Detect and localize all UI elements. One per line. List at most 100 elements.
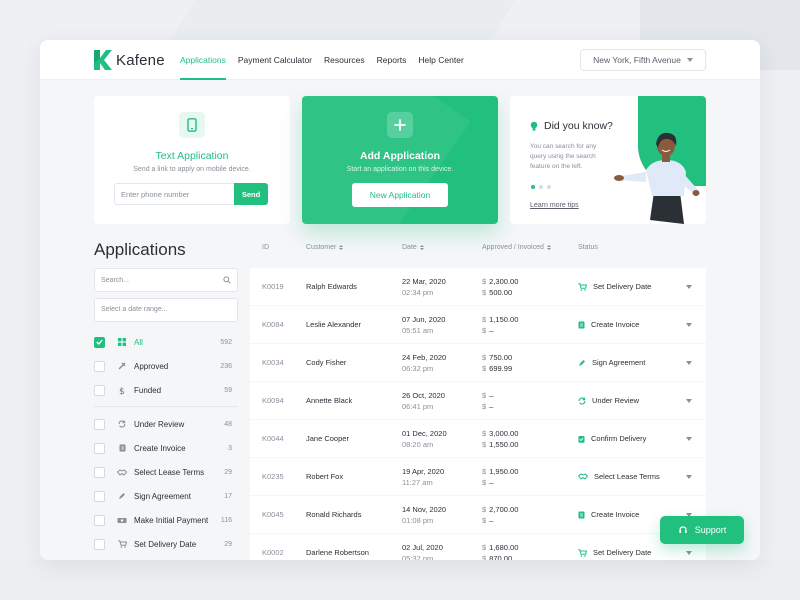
customer-name: Robert Fox [306, 472, 344, 481]
filter-item[interactable]: Sign Agreement 17 [94, 484, 238, 508]
table-row[interactable]: K0094 Annette Black 26 Oct, 2020 06:41 pm $ –… [250, 382, 706, 419]
table-row[interactable]: K0235 Robert Fox 19 Apr, 2020 11:27 am $1,95… [250, 458, 706, 495]
nav-help-center[interactable]: Help Center [418, 40, 463, 80]
filter-label: Select Lease Terms [134, 467, 205, 477]
customer-name: Jane Cooper [306, 434, 349, 443]
phone-number-input[interactable] [114, 183, 234, 205]
nav-applications[interactable]: Applications [180, 40, 226, 80]
table-row[interactable]: K0034 Cody Fisher 24 Feb, 2020 06:32 pm $750… [250, 344, 706, 381]
add-application-subtitle: Start an application on this device. [346, 166, 454, 173]
filter-item[interactable]: Approved 236 [94, 354, 238, 378]
carousel-dot[interactable] [539, 185, 543, 189]
add-application-card: Add Application Start an application on … [302, 96, 498, 224]
application-id: K0019 [262, 282, 284, 291]
location-selector[interactable]: New York, Fifth Avenue [580, 49, 706, 71]
carousel-dot[interactable] [531, 185, 535, 189]
currency-symbol: $ [482, 391, 487, 400]
tip-title: Did you know? [544, 120, 613, 132]
filter-label: Approved [134, 361, 169, 371]
filter-checkbox[interactable] [94, 490, 105, 502]
application-id: K0044 [262, 434, 284, 443]
filter-item[interactable]: Set Delivery Date 29 [94, 532, 238, 556]
currency-symbol: $ [482, 402, 487, 412]
chevron-down-icon[interactable] [686, 437, 692, 441]
approved-amount: 2,300.00 [489, 277, 519, 286]
chevron-down-icon[interactable] [686, 551, 692, 555]
search-input[interactable] [101, 276, 211, 284]
date-range-picker[interactable]: Select a date range... [94, 298, 238, 322]
table-row[interactable]: K0019 Ralph Edwards 22 Mar, 2020 02:34 pm $2… [250, 268, 706, 305]
column-header-amount[interactable]: Approved / Invoiced [482, 244, 551, 251]
filter-checkbox[interactable] [94, 360, 105, 372]
filter-item[interactable]: Under Review 48 [94, 412, 238, 436]
chevron-down-icon[interactable] [686, 361, 692, 365]
table-row[interactable]: K0002 Darlene Robertson 02 Jul, 2020 05:32 … [250, 534, 706, 560]
chevron-down-icon[interactable] [686, 475, 692, 479]
status-label: Set Delivery Date [593, 282, 652, 291]
currency-symbol: $ [482, 543, 487, 552]
application-id: K0094 [262, 396, 284, 405]
filter-checkbox[interactable] [94, 384, 105, 396]
search-field[interactable] [94, 268, 238, 292]
chevron-down-icon[interactable] [686, 399, 692, 403]
table-row[interactable]: K0044 Jane Cooper 01 Dec, 2020 08:20 am $3,0… [250, 420, 706, 457]
status-cell: Select Lease Terms [578, 472, 660, 481]
currency-symbol: $ [482, 288, 487, 298]
stamp-icon [116, 362, 128, 370]
brand-logo[interactable]: Kafene [94, 50, 165, 70]
time-value: 05:51 am [402, 326, 434, 336]
filter-checkbox[interactable] [94, 466, 105, 478]
approved-invoiced: $2,300.00 $500.00 [482, 276, 518, 299]
chevron-down-icon[interactable] [686, 323, 692, 327]
filter-checkbox[interactable] [94, 442, 105, 454]
customer-name: Ronald Richards [306, 510, 362, 519]
approved-invoiced: $1,950.00 $ – [482, 466, 518, 489]
new-application-button[interactable]: New Application [352, 183, 448, 207]
time-value: 05:32 pm [402, 554, 434, 560]
sort-icon [419, 245, 424, 250]
filter-item[interactable]: Make Initial Payment 116 [94, 508, 238, 532]
date-value: 24 Feb, 2020 [402, 353, 447, 362]
search-icon [223, 276, 231, 284]
filter-item[interactable]: All 592 [94, 330, 238, 354]
application-id: K0084 [262, 320, 284, 329]
support-button[interactable]: Support [660, 516, 744, 544]
status-cell: Set Delivery Date [578, 548, 651, 557]
filter-item[interactable]: Create Invoice 3 [94, 436, 238, 460]
chevron-down-icon[interactable] [686, 285, 692, 289]
filter-checkbox[interactable] [94, 514, 105, 526]
filter-label: Create Invoice [134, 443, 186, 453]
table-row[interactable]: K0084 Leslie Alexander 07 Jun, 2020 05:51 a… [250, 306, 706, 343]
send-button[interactable]: Send [234, 183, 268, 205]
application-id: K0002 [262, 548, 284, 557]
text-application-subtitle: Send a link to apply on mobile device. [133, 166, 251, 173]
approved-invoiced: $750.00 $699.99 [482, 352, 512, 375]
woman-illustration [614, 132, 700, 224]
date-value: 26 Oct, 2020 [402, 391, 445, 400]
filter-item[interactable]: $ Funded 59 [94, 378, 238, 402]
nav-reports[interactable]: Reports [377, 40, 407, 80]
currency-symbol: $ [482, 326, 487, 336]
filter-item[interactable]: Select Lease Terms 29 [94, 460, 238, 484]
pen-icon [116, 492, 128, 500]
approved-invoiced: $1,680.00 $870.00 [482, 542, 518, 560]
filter-count: 17 [224, 492, 232, 500]
filter-label: Funded [134, 385, 162, 395]
lightbulb-icon [530, 121, 538, 131]
filter-checkbox[interactable] [94, 418, 105, 430]
filter-checkbox[interactable] [94, 336, 105, 348]
carousel-dot[interactable] [547, 185, 551, 189]
nav-resources[interactable]: Resources [324, 40, 365, 80]
column-header-customer[interactable]: Customer [306, 244, 344, 251]
sort-icon [339, 245, 344, 250]
column-header-date[interactable]: Date [402, 244, 424, 251]
approved-amount: 1,950.00 [489, 467, 519, 476]
learn-more-tips-link[interactable]: Learn more tips [530, 202, 579, 209]
filter-checkbox[interactable] [94, 538, 105, 550]
status-label: Select Lease Terms [594, 472, 660, 481]
handshake-icon [116, 468, 128, 476]
nav-payment-calculator[interactable]: Payment Calculator [238, 40, 312, 80]
document-icon [578, 321, 585, 329]
table-row[interactable]: K0045 Ronald Richards 14 Nov, 2020 01:08 pm… [250, 496, 706, 533]
clipboard-check-icon [578, 435, 585, 443]
